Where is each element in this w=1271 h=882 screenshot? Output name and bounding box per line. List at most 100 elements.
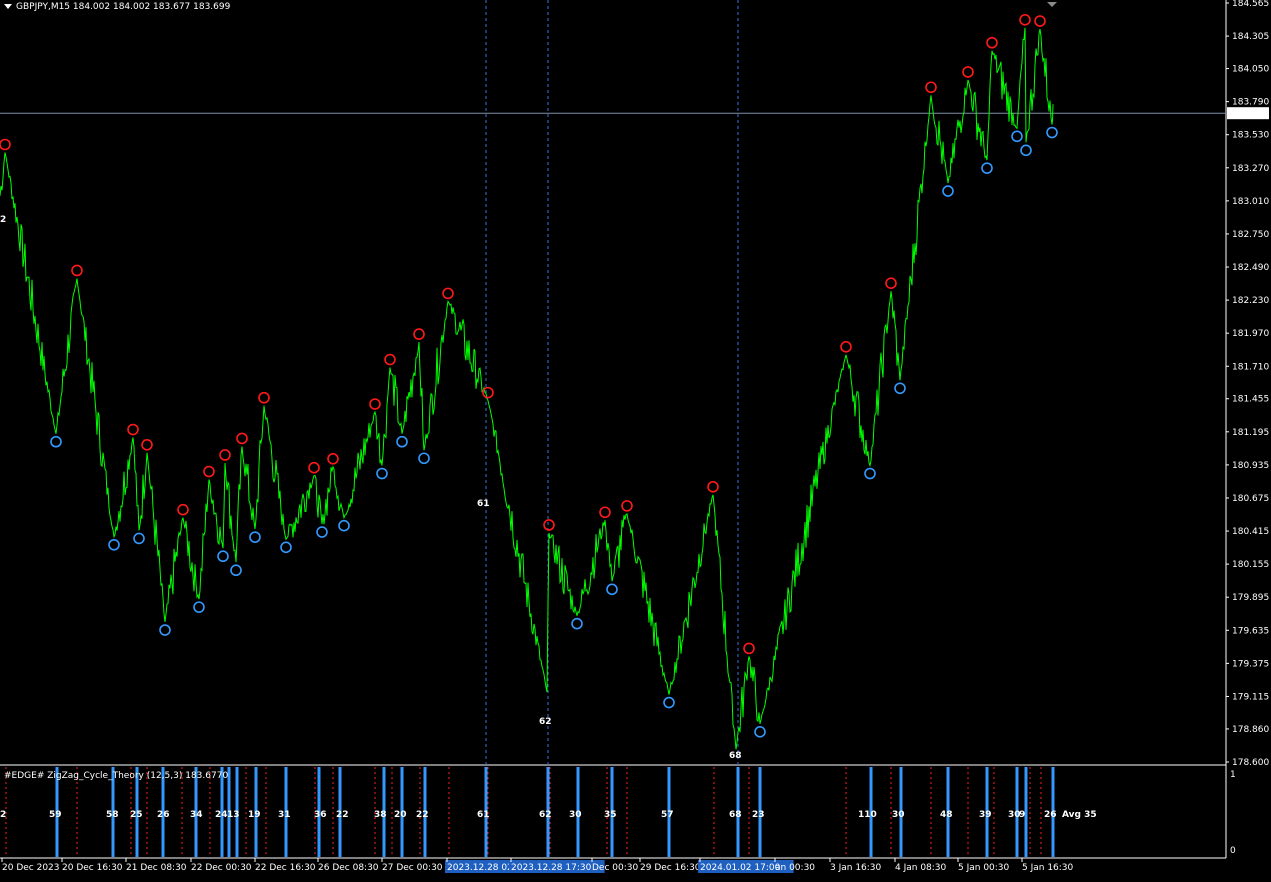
time-axis-label: 2023.12.28 17:30 — [511, 863, 592, 873]
price-axis-label: 182.230 — [1232, 296, 1269, 306]
swing-high-marker — [707, 480, 719, 493]
cycle-count-label: 34 — [190, 810, 203, 820]
swing-low-marker — [418, 452, 430, 465]
price-axis-label: 181.195 — [1232, 428, 1269, 438]
price-pane-count-label: 62 — [539, 717, 552, 727]
price-axis-label: 181.455 — [1232, 395, 1269, 405]
price-axis-label: 179.635 — [1232, 626, 1269, 636]
price-axis-label: 180.675 — [1232, 494, 1269, 504]
swing-high-marker — [986, 36, 998, 49]
time-axis-label: 29 Dec 16:30 — [640, 863, 701, 873]
swing-high-marker — [885, 277, 897, 290]
swing-high-marker — [442, 287, 454, 300]
cycle-count-label: 48 — [940, 810, 953, 820]
swing-low-marker — [1046, 126, 1058, 139]
swing-high-marker — [840, 341, 852, 353]
cycle-count-label: 68 — [729, 810, 742, 820]
swing-low-marker — [606, 583, 618, 596]
cycle-count-label: 110 — [858, 810, 877, 820]
swing-low-marker — [230, 564, 242, 577]
cycle-count-label: 59 — [49, 810, 62, 820]
swing-low-marker — [864, 467, 876, 480]
swing-low-marker — [193, 601, 205, 613]
price-axis-label: 179.115 — [1232, 692, 1269, 702]
swing-high-marker — [258, 391, 270, 404]
symbol-header: GBPJPY,M15 184.002 184.002 183.677 183.6… — [4, 2, 230, 12]
swing-low-marker — [133, 532, 145, 545]
swing-low-marker — [376, 467, 388, 480]
swing-low-marker — [249, 531, 261, 543]
swing-low-marker — [981, 162, 993, 174]
swing-low-marker — [663, 696, 675, 709]
cycle-count-label: 9 — [1019, 810, 1025, 820]
swing-high-marker — [743, 642, 755, 655]
swing-high-marker — [962, 66, 974, 78]
price-pane-count-label: 68 — [729, 751, 742, 761]
cycle-count-label: 22 — [416, 810, 429, 820]
price-axis-label: 183.270 — [1232, 164, 1269, 174]
cycle-count-label: 13 — [227, 810, 240, 820]
price-axis-label: 184.565 — [1232, 0, 1269, 9]
price-axis-label: 183.010 — [1232, 197, 1269, 207]
swing-high-marker — [71, 264, 83, 277]
cycle-count-label: 62 — [539, 810, 552, 820]
swing-high-marker — [203, 465, 215, 478]
swing-low-marker — [1020, 144, 1032, 157]
price-axis-label: 178.600 — [1232, 758, 1269, 768]
chart-canvas[interactable]: 184.565 184.305 184.050 183.790 183.530 183.2… — [0, 0, 1271, 882]
price-axis-label: 178.860 — [1232, 725, 1269, 735]
swing-high-marker — [599, 506, 611, 519]
mt4-chart-window[interactable]: 184.565 184.305 184.050 183.790 183.530 183.2… — [0, 0, 1271, 882]
swing-high-marker — [308, 461, 320, 474]
swing-high-marker — [384, 353, 396, 366]
swing-low-marker — [396, 435, 408, 448]
swing-low-marker — [159, 624, 171, 636]
swing-low-marker — [50, 435, 62, 448]
price-axis-label: 183.530 — [1232, 131, 1269, 141]
time-axis-label: 21 Dec 08:30 — [126, 863, 187, 873]
scroll-shift-icon[interactable] — [1047, 2, 1057, 7]
cycle-average-label: Avg 35 — [1062, 810, 1097, 820]
time-axis-label: 22 Dec 00:30 — [191, 863, 252, 873]
symbol-header-text: GBPJPY,M15 184.002 184.002 183.677 183.6… — [16, 2, 231, 12]
swing-high-marker — [236, 432, 248, 445]
swing-low-marker — [316, 526, 328, 538]
price-axis-label: 182.490 — [1232, 263, 1269, 273]
price-axis-label: 182.750 — [1232, 230, 1269, 240]
price-axis-label: 180.935 — [1232, 461, 1269, 471]
price-pane-count-label: 2 — [0, 215, 6, 225]
time-axis-label: 5 Jan 00:30 — [958, 863, 1010, 873]
cycle-count-label: 26 — [157, 810, 170, 820]
swing-high-marker — [327, 452, 339, 465]
time-axis-label: an 00:30 — [775, 863, 815, 873]
swing-low-marker — [571, 617, 583, 630]
menu-triangle-icon[interactable] — [4, 4, 12, 9]
cycle-count-label: 20 — [394, 810, 407, 820]
price-axis-label: 180.155 — [1232, 560, 1269, 570]
time-axis-label: 4 Jan 08:30 — [895, 863, 947, 873]
swing-high-marker — [1019, 14, 1031, 26]
swing-high-marker — [219, 449, 231, 461]
cycle-count-label: 58 — [106, 810, 119, 820]
current-price-label: 183.699 — [1230, 109, 1267, 119]
swing-high-marker — [621, 500, 633, 512]
indicator-axis-top: 1 — [1230, 770, 1236, 780]
price-axis-label: 184.050 — [1232, 65, 1269, 75]
time-axis-label: 26 Dec 08:30 — [318, 863, 379, 873]
swing-low-marker — [217, 550, 229, 563]
time-axis-label: 27 Dec 00:30 — [382, 863, 443, 873]
swing-low-marker — [894, 382, 906, 395]
swing-low-marker — [942, 185, 954, 197]
swing-high-marker — [0, 138, 11, 151]
price-axis-label: 183.790 — [1232, 98, 1269, 108]
price-pane-count-label: 61 — [477, 499, 490, 509]
cycle-count-label: 25 — [130, 810, 143, 820]
time-axis-label: 22 Dec 16:30 — [255, 863, 316, 873]
time-axis-label: 2024.01.02 17:00 — [700, 863, 781, 873]
cycle-count-label: 22 — [336, 810, 349, 820]
swing-high-marker — [543, 519, 555, 531]
cycle-count-label: 36 — [314, 810, 327, 820]
time-axis-label: 3 Jan 16:30 — [830, 863, 882, 873]
cycle-count-label: 30 — [569, 810, 582, 820]
indicator-axis-bottom: 0 — [1230, 846, 1236, 856]
